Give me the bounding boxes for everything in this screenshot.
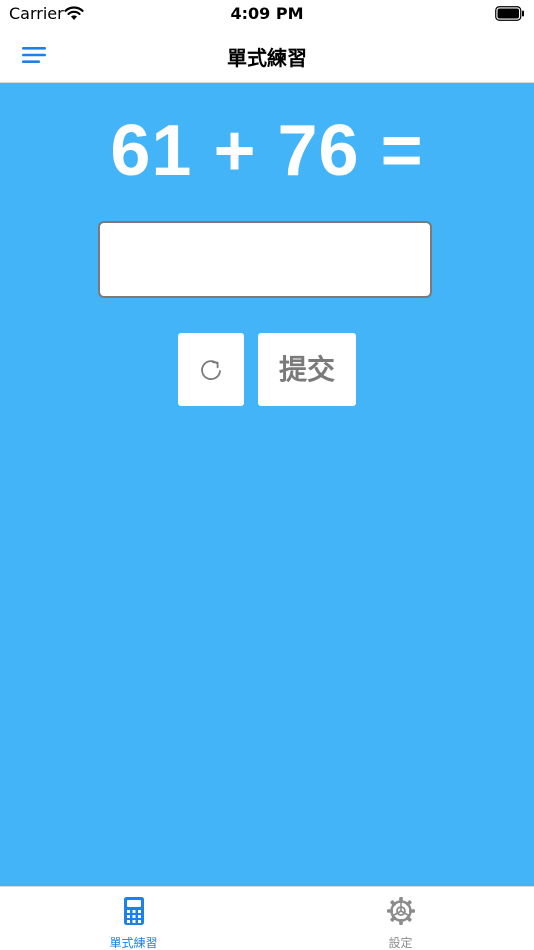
- tab-practice[interactable]: 單式練習: [0, 887, 267, 950]
- screen: Carrier 4:09 PM 單式練習 61 + 76 = 提交 單式練習 設…: [0, 0, 534, 950]
- page-title: 單式練習: [227, 46, 307, 70]
- calculator-icon: [124, 897, 144, 925]
- equation-display: 61 + 76 =: [110, 111, 424, 191]
- submit-button[interactable]: 提交: [258, 333, 356, 406]
- battery-icon: [495, 6, 524, 21]
- status-bar: Carrier 4:09 PM: [0, 0, 534, 30]
- answer-input[interactable]: [98, 221, 432, 298]
- tab-bar: 單式練習 設定: [0, 886, 534, 950]
- tab-practice-label: 單式練習: [109, 936, 158, 950]
- tab-settings[interactable]: 設定: [267, 887, 534, 950]
- refresh-icon: [201, 360, 221, 380]
- practice-area: 61 + 76 = 提交: [0, 83, 534, 886]
- status-time: 4:09 PM: [230, 4, 304, 23]
- refresh-button[interactable]: [178, 333, 244, 406]
- gear-icon: [387, 897, 415, 925]
- nav-bar: 單式練習: [0, 30, 534, 83]
- tab-settings-label: 設定: [388, 936, 413, 950]
